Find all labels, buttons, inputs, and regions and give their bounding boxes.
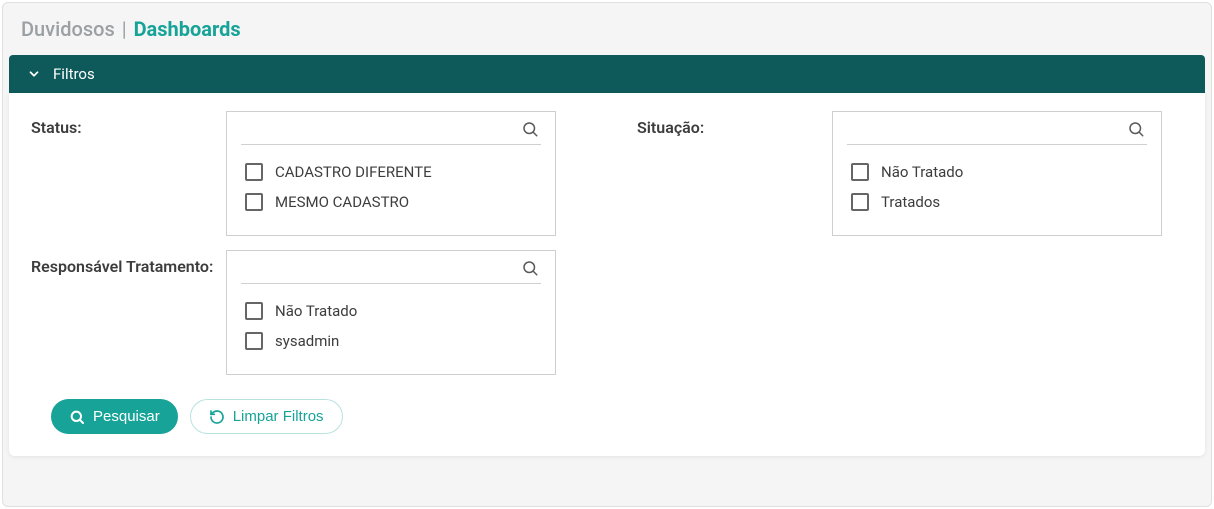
option-label: Tratados bbox=[881, 193, 940, 211]
field-situacao-option[interactable]: Tratados bbox=[845, 187, 1153, 217]
field-status-option[interactable]: CADASTRO DIFERENTE bbox=[239, 157, 547, 187]
undo-icon bbox=[209, 409, 225, 425]
field-status-label: Status: bbox=[31, 111, 226, 139]
field-situacao-search bbox=[847, 116, 1147, 145]
field-responsavel: Responsável Tratamento: Não Tratado bbox=[31, 250, 591, 375]
option-label: CADASTRO DIFERENTE bbox=[275, 163, 432, 181]
breadcrumb-current: Dashboards bbox=[134, 17, 241, 41]
checkbox-icon bbox=[245, 163, 263, 181]
search-icon[interactable] bbox=[521, 259, 539, 277]
checkbox-icon bbox=[245, 332, 263, 350]
filter-actions: Pesquisar Limpar Filtros bbox=[51, 399, 1183, 434]
checkbox-icon bbox=[851, 163, 869, 181]
chevron-down-icon bbox=[27, 67, 41, 81]
field-situacao-select: Não Tratado Tratados bbox=[832, 111, 1162, 236]
field-status-search-input[interactable] bbox=[243, 121, 521, 137]
breadcrumb-parent: Duvidosos bbox=[21, 17, 115, 41]
field-responsavel-select: Não Tratado sysadmin bbox=[226, 250, 556, 375]
clear-filters-button[interactable]: Limpar Filtros bbox=[190, 399, 343, 434]
filter-row-1: Status: CADASTRO DIFERENTE MESMO bbox=[31, 111, 1183, 236]
field-status-option[interactable]: MESMO CADASTRO bbox=[239, 187, 547, 217]
breadcrumb-separator: | bbox=[122, 17, 132, 41]
field-situacao-label: Situação: bbox=[637, 111, 832, 139]
option-label: sysadmin bbox=[275, 332, 339, 350]
search-icon[interactable] bbox=[521, 120, 539, 138]
search-button[interactable]: Pesquisar bbox=[51, 399, 178, 434]
field-status: Status: CADASTRO DIFERENTE MESMO bbox=[31, 111, 577, 236]
field-situacao-option[interactable]: Não Tratado bbox=[845, 157, 1153, 187]
field-responsavel-option[interactable]: sysadmin bbox=[239, 326, 547, 356]
clear-filters-button-label: Limpar Filtros bbox=[233, 408, 324, 425]
option-label: MESMO CADASTRO bbox=[275, 193, 409, 211]
search-icon bbox=[69, 409, 85, 425]
field-status-search bbox=[241, 116, 541, 145]
field-responsavel-search-input[interactable] bbox=[243, 260, 521, 276]
field-situacao: Situação: Não Tratado Tratados bbox=[637, 111, 1183, 236]
filters-header[interactable]: Filtros bbox=[9, 55, 1205, 93]
search-button-label: Pesquisar bbox=[93, 408, 160, 425]
page-card: Duvidosos | Dashboards Filtros Status: bbox=[2, 2, 1212, 507]
field-responsavel-option[interactable]: Não Tratado bbox=[239, 296, 547, 326]
option-label: Não Tratado bbox=[881, 163, 963, 181]
field-situacao-search-input[interactable] bbox=[849, 121, 1127, 137]
checkbox-icon bbox=[245, 302, 263, 320]
filter-row-2: Responsável Tratamento: Não Tratado bbox=[31, 250, 1183, 375]
field-responsavel-label: Responsável Tratamento: bbox=[31, 250, 226, 278]
option-label: Não Tratado bbox=[275, 302, 357, 320]
filters-body: Status: CADASTRO DIFERENTE MESMO bbox=[9, 93, 1205, 456]
checkbox-icon bbox=[245, 193, 263, 211]
field-status-select: CADASTRO DIFERENTE MESMO CADASTRO bbox=[226, 111, 556, 236]
search-icon[interactable] bbox=[1127, 120, 1145, 138]
checkbox-icon bbox=[851, 193, 869, 211]
breadcrumb: Duvidosos | Dashboards bbox=[3, 3, 1211, 55]
field-responsavel-search bbox=[241, 255, 541, 284]
filters-header-label: Filtros bbox=[53, 65, 95, 83]
